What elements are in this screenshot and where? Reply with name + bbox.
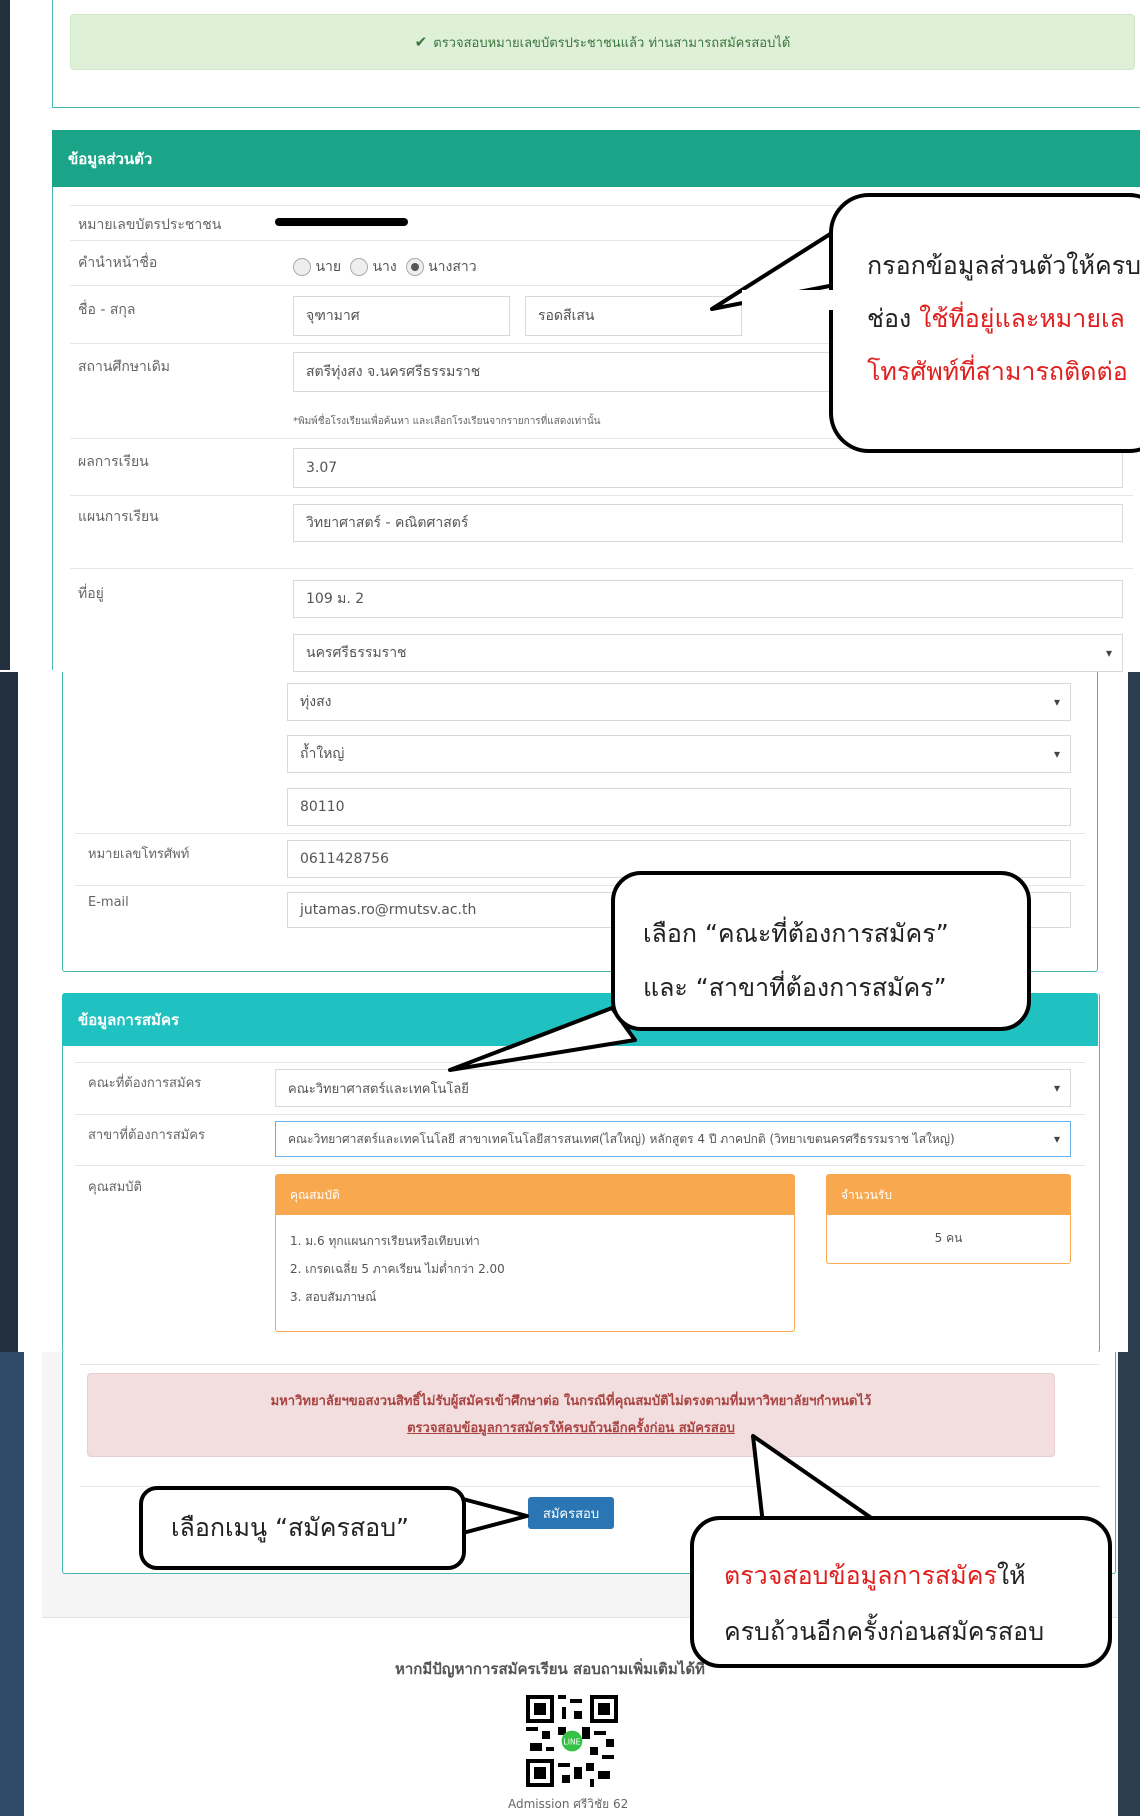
plan-input[interactable]: วิทยาศาสตร์ - คณิตศาสตร์ xyxy=(293,504,1123,542)
seats-title: จำนวนรับ xyxy=(841,1187,892,1202)
qr-caption: Admission ศรีวิชัย 62 xyxy=(508,1797,629,1811)
personal-title: ข้อมูลส่วนตัว xyxy=(68,149,153,168)
callout-submit: เลือกเมนู “สมัครสอบ” xyxy=(139,1486,466,1570)
qual-label: คุณสมบัติ xyxy=(88,1180,142,1195)
qual-box-title: คุณสมบัติ xyxy=(290,1187,340,1202)
line-qr-code[interactable]: LINE xyxy=(526,1695,618,1787)
qual-item: 2. เกรดเฉลี่ย 5 ภาคเรียน ไม่ต่ำกว่า 2.00 xyxy=(290,1262,505,1276)
callout-3-text: เลือกเมนู “สมัครสอบ” xyxy=(171,1513,410,1542)
address-label: ที่อยู่ xyxy=(78,586,104,602)
qual-item: 3. สอบสัมภาษณ์ xyxy=(290,1290,377,1304)
phone-label: หมายเลขโทรศัพท์ xyxy=(88,847,190,862)
callout-2-line1: เลือก “คณะที่ต้องการสมัคร” xyxy=(643,919,949,948)
seats-box-header: จำนวนรับ xyxy=(827,1175,1070,1215)
callout-1-line2b: ใช้ที่อยู่และหมายเล xyxy=(919,304,1125,333)
postcode-input[interactable]: 80110 xyxy=(287,788,1071,826)
callout-4-line1b: ให้ xyxy=(996,1561,1026,1590)
radio-mrs[interactable] xyxy=(350,258,368,276)
province-select[interactable]: นครศรีธรรมราช xyxy=(293,634,1123,672)
verify-alert: ✔ ตรวจสอบหมายเลขบัตรประชาชนแล้ว ท่านสามา… xyxy=(70,14,1135,70)
check-icon: ✔ xyxy=(414,33,428,51)
qual-item: 1. ม.6 ทุกแผนการเรียนหรือเทียบเท่า xyxy=(290,1234,480,1248)
faculty-select[interactable]: คณะวิทยาศาสตร์และเทคโนโลยี xyxy=(275,1069,1071,1107)
address-input[interactable]: 109 ม. 2 xyxy=(293,580,1123,618)
first-name-input[interactable]: จุฑามาศ xyxy=(293,296,510,336)
callout-1-line1: กรอกข้อมูลส่วนตัวให้ครบ xyxy=(867,251,1140,280)
radio-miss[interactable] xyxy=(405,258,424,276)
callout-4-line1a: ตรวจสอบข้อมูลการสมัคร xyxy=(724,1561,997,1590)
subdistrict-select[interactable]: ถ้ำใหญ่ xyxy=(287,735,1071,773)
warning-alert: มหาวิทยาลัยฯขอสงวนสิทธิ์ไม่รับผู้สมัครเข… xyxy=(87,1373,1055,1457)
callout-3-tail xyxy=(457,1496,529,1536)
school-hint: *พิมพ์ชื่อโรงเรียนเพื่อค้นหา และเลือกโรง… xyxy=(293,416,601,427)
submit-button[interactable]: สมัครสอบ xyxy=(528,1497,614,1529)
callout-4-line2: ครบถ้วนอีกครั้งก่อนสมัครสอบ xyxy=(724,1617,1045,1646)
radio-miss-label: นางสาว xyxy=(428,259,477,275)
warning-line1: มหาวิทยาลัยฯขอสงวนสิทธิ์ไม่รับผู้สมัครเข… xyxy=(270,1394,872,1409)
gpa-label: ผลการเรียน xyxy=(78,454,149,470)
callout-2-tail xyxy=(448,1006,637,1072)
seats-value: 5 คน xyxy=(934,1231,963,1245)
callout-2-line2: และ “สาขาที่ต้องการสมัคร” xyxy=(643,973,947,1002)
name-label: ชื่อ - สกุล xyxy=(78,302,136,318)
callout-check-data: ตรวจสอบข้อมูลการสมัครให้ ครบถ้วนอีกครั้ง… xyxy=(690,1516,1112,1668)
personal-panel-header: ข้อมูลส่วนตัว xyxy=(52,130,1140,187)
prefix-radio-group: นาย นาง นางสาว xyxy=(293,256,477,278)
id-redacted xyxy=(275,218,408,226)
radio-mr-label: นาย xyxy=(315,259,342,275)
warning-line2[interactable]: ตรวจสอบข้อมูลการสมัครให้ครบถ้วนอีกครั้งก… xyxy=(88,1415,1054,1442)
major-select[interactable]: คณะวิทยาศาสตร์และเทคโนโลยี สาขาเทคโนโลยี… xyxy=(275,1121,1071,1157)
radio-mr[interactable] xyxy=(293,258,311,276)
seats-box: จำนวนรับ 5 คน xyxy=(826,1174,1071,1264)
callout-4-tail xyxy=(751,1434,882,1526)
apply-title: ข้อมูลการสมัคร xyxy=(78,1010,180,1029)
faculty-label: คณะที่ต้องการสมัคร xyxy=(88,1076,202,1091)
footer-help-text: หากมีปัญหาการสมัครเรียน สอบถามเพิ่มเติมไ… xyxy=(395,1660,705,1678)
callout-personal-info: กรอกข้อมูลส่วนตัวให้ครบ ช่อง ใช้ที่อยู่แ… xyxy=(829,193,1140,453)
district-select[interactable]: ทุ่งสง xyxy=(287,683,1071,721)
prefix-label: คำนำหน้าชื่อ xyxy=(78,255,158,271)
gpa-input[interactable]: 3.07 xyxy=(293,448,1123,488)
verify-message: ตรวจสอบหมายเลขบัตรประชาชนแล้ว ท่านสามารถ… xyxy=(433,35,791,51)
major-label: สาขาที่ต้องการสมัคร xyxy=(88,1128,205,1143)
callout-faculty-major: เลือก “คณะที่ต้องการสมัคร” และ “สาขาที่ต… xyxy=(611,871,1031,1031)
line-logo: LINE xyxy=(564,1738,581,1747)
id-label: หมายเลขบัตรประชาชน xyxy=(78,217,222,233)
qual-box: คุณสมบัติ 1. ม.6 ทุกแผนการเรียนหรือเทียบ… xyxy=(275,1174,795,1332)
callout-1-line2a: ช่อง xyxy=(867,304,920,333)
qual-box-header: คุณสมบัติ xyxy=(276,1175,794,1215)
radio-mrs-label: นาง xyxy=(372,259,397,275)
plan-label: แผนการเรียน xyxy=(78,509,159,525)
callout-1-line3: โทรศัพท์ที่สามารถติดต่อ xyxy=(867,357,1128,386)
email-label: E-mail xyxy=(88,895,129,910)
callout-1-tail-join xyxy=(742,290,834,310)
school-label: สถานศึกษาเดิม xyxy=(78,359,171,375)
